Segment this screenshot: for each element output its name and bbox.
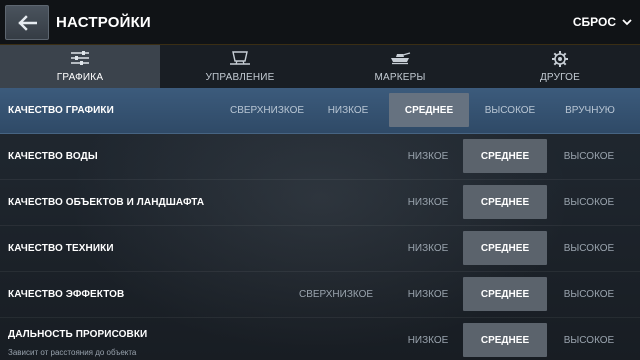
- option-low[interactable]: НИЗКОЕ: [316, 93, 380, 127]
- option-ultra-low[interactable]: СВЕРХНИЗКОЕ: [294, 277, 378, 311]
- setting-label: ДАЛЬНОСТЬ ПРОРИСОВКИ: [8, 329, 148, 340]
- setting-label: КАЧЕСТВО ГРАФИКИ: [8, 105, 114, 116]
- gear-icon: [552, 51, 568, 67]
- option-medium-selected[interactable]: СРЕДНЕЕ: [463, 277, 547, 311]
- tab-label: ДРУГОЕ: [539, 72, 581, 83]
- option-high[interactable]: ВЫСОКОЕ: [553, 277, 625, 311]
- sliders-icon: [71, 51, 89, 65]
- setting-draw-distance: ДАЛЬНОСТЬ ПРОРИСОВКИ Зависит от расстоян…: [0, 318, 640, 360]
- tab-other[interactable]: ДРУГОЕ: [480, 45, 640, 88]
- setting-label: КАЧЕСТВО ТЕХНИКИ: [8, 243, 114, 254]
- tank-icon: [391, 52, 411, 65]
- setting-vehicle-quality: КАЧЕСТВО ТЕХНИКИ НИЗКОЕ СРЕДНЕЕ ВЫСОКОЕ: [0, 226, 640, 272]
- tab-label: МАРКЕРЫ: [374, 72, 426, 83]
- monitor-icon: [230, 51, 250, 65]
- tab-label: ГРАФИКА: [56, 72, 104, 83]
- option-low[interactable]: НИЗКОЕ: [392, 185, 464, 219]
- chevron-down-icon: [622, 18, 632, 25]
- tab-graphics[interactable]: ГРАФИКА: [0, 45, 160, 88]
- option-high[interactable]: ВЫСОКОЕ: [553, 323, 625, 357]
- arrow-left-icon: [18, 14, 37, 31]
- tab-controls[interactable]: УПРАВЛЕНИЕ: [160, 45, 320, 88]
- setting-effects-quality: КАЧЕСТВО ЭФФЕКТОВ СВЕРХНИЗКОЕ НИЗКОЕ СРЕ…: [0, 272, 640, 318]
- tab-label: УПРАВЛЕНИЕ: [205, 72, 275, 83]
- option-low[interactable]: НИЗКОЕ: [392, 231, 464, 265]
- option-high[interactable]: ВЫСОКОЕ: [553, 139, 625, 173]
- option-medium-selected[interactable]: СРЕДНЕЕ: [463, 231, 547, 265]
- setting-label: КАЧЕСТВО ВОДЫ: [8, 151, 98, 162]
- back-button[interactable]: [5, 5, 49, 40]
- header-bar: НАСТРОЙКИ СБРОС: [0, 0, 640, 45]
- reset-label: СБРОС: [572, 15, 616, 29]
- option-medium-selected[interactable]: СРЕДНЕЕ: [389, 93, 469, 127]
- tab-bar: ГРАФИКА УПРАВЛЕНИЕ МАРКЕРЫ ДРУГОЕ: [0, 45, 640, 88]
- option-medium-selected[interactable]: СРЕДНЕЕ: [463, 139, 547, 173]
- option-ultra-low[interactable]: СВЕРХНИЗКОЕ: [225, 93, 309, 127]
- setting-objects-landscape-quality: КАЧЕСТВО ОБЪЕКТОВ И ЛАНДШАФТА НИЗКОЕ СРЕ…: [0, 180, 640, 226]
- option-high[interactable]: ВЫСОКОЕ: [553, 185, 625, 219]
- option-low[interactable]: НИЗКОЕ: [392, 277, 464, 311]
- setting-graphics-quality: КАЧЕСТВО ГРАФИКИ СВЕРХНИЗКОЕ НИЗКОЕ СРЕД…: [0, 88, 640, 134]
- setting-water-quality: КАЧЕСТВО ВОДЫ НИЗКОЕ СРЕДНЕЕ ВЫСОКОЕ: [0, 134, 640, 180]
- option-medium-selected[interactable]: СРЕДНЕЕ: [463, 185, 547, 219]
- option-high[interactable]: ВЫСОКОЕ: [553, 231, 625, 265]
- page-title: НАСТРОЙКИ: [56, 14, 151, 31]
- tab-markers[interactable]: МАРКЕРЫ: [320, 45, 480, 88]
- setting-label: КАЧЕСТВО ОБЪЕКТОВ И ЛАНДШАФТА: [8, 197, 205, 208]
- option-high[interactable]: ВЫСОКОЕ: [476, 93, 544, 127]
- option-low[interactable]: НИЗКОЕ: [392, 323, 464, 357]
- setting-description: Зависит от расстояния до объекта: [8, 348, 137, 357]
- setting-label: КАЧЕСТВО ЭФФЕКТОВ: [8, 289, 125, 300]
- option-low[interactable]: НИЗКОЕ: [392, 139, 464, 173]
- reset-button[interactable]: СБРОС: [573, 15, 632, 29]
- option-manual[interactable]: ВРУЧНУЮ: [554, 93, 626, 127]
- settings-list: КАЧЕСТВО ГРАФИКИ СВЕРХНИЗКОЕ НИЗКОЕ СРЕД…: [0, 88, 640, 360]
- option-medium-selected[interactable]: СРЕДНЕЕ: [463, 323, 547, 357]
